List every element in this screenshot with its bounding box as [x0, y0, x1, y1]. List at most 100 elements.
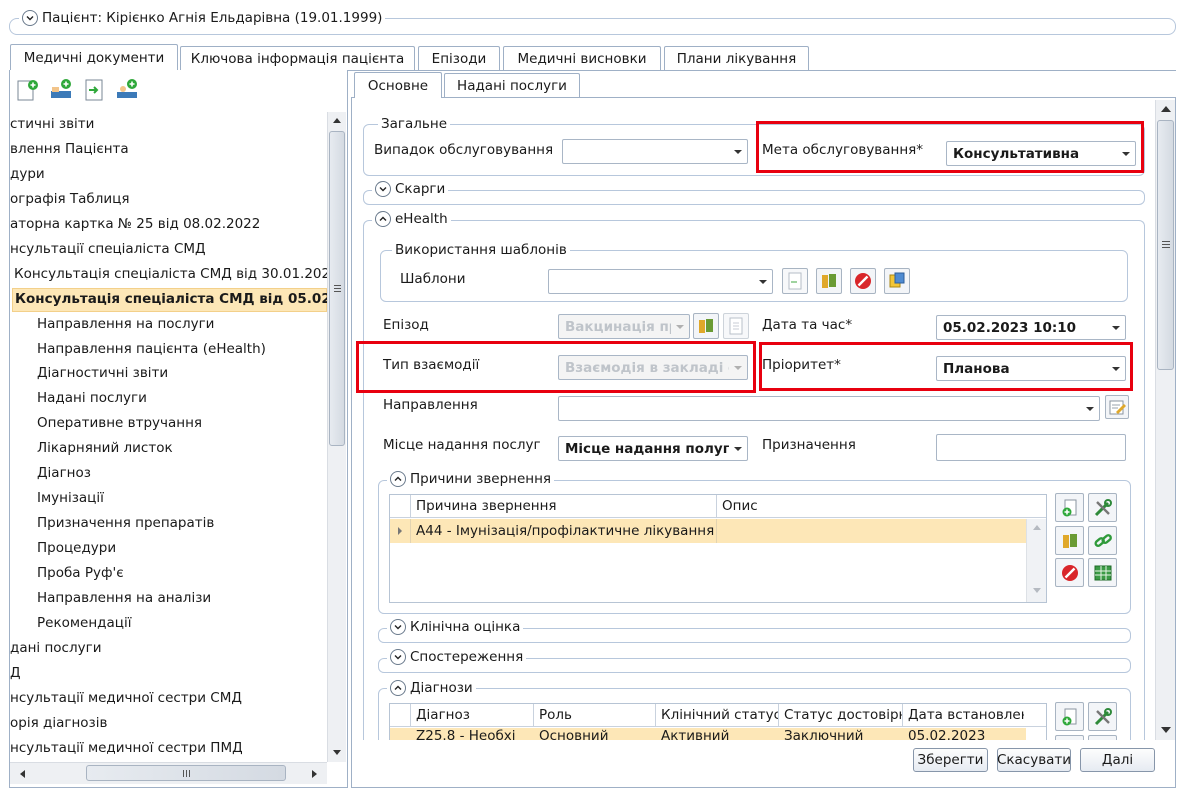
- place-combobox[interactable]: Місце надання полуг: [558, 436, 748, 461]
- column-header[interactable]: Причина звернення: [411, 495, 717, 517]
- tree-vertical-scrollbar[interactable]: [327, 112, 346, 762]
- tree-item[interactable]: Д: [10, 665, 21, 681]
- tree-item[interactable]: Процедури: [37, 540, 116, 556]
- add-bed-icon[interactable]: [49, 78, 73, 102]
- chevron-down-icon[interactable]: [22, 10, 38, 26]
- column-header[interactable]: Дата встановлен: [903, 704, 1024, 726]
- delete-template-button[interactable]: [850, 268, 876, 294]
- tab-medical-conclusions[interactable]: Медичні висновки: [503, 46, 661, 70]
- patient-header[interactable]: Пацієнт: Кірієнко Агнія Ельдарівна (19.0…: [19, 10, 386, 26]
- scroll-down-icon[interactable]: [333, 750, 341, 755]
- chevron-down-icon[interactable]: [375, 181, 391, 197]
- column-header[interactable]: Опис: [717, 495, 1025, 517]
- tools-button[interactable]: [1088, 493, 1117, 522]
- scroll-up-icon[interactable]: [1033, 525, 1041, 530]
- column-header[interactable]: Клінічний статус: [656, 704, 779, 726]
- tree-item[interactable]: Рекомендації: [37, 615, 131, 631]
- edit-referral-button[interactable]: [1105, 395, 1129, 419]
- tab-main[interactable]: Основне: [354, 72, 442, 98]
- save-button[interactable]: Зберегти: [913, 748, 988, 772]
- save-template-button[interactable]: [884, 268, 910, 294]
- table-row[interactable]: A44 - Імунізація/профілактичне лікування: [390, 519, 1026, 543]
- cancel-button[interactable]: Скасувати: [997, 748, 1071, 772]
- new-document-icon[interactable]: [15, 78, 39, 102]
- chevron-down-icon[interactable]: [1081, 397, 1099, 420]
- document-arrow-icon[interactable]: [82, 78, 106, 102]
- chevron-down-icon[interactable]: [390, 619, 406, 635]
- tree-item[interactable]: стичні звіти: [10, 116, 94, 132]
- episode-combobox[interactable]: Вакцинація пр: [558, 314, 690, 339]
- scroll-left-icon[interactable]: [20, 770, 25, 778]
- tree-item[interactable]: Направлення на аналізи: [37, 590, 211, 606]
- clinical-header[interactable]: Клінічна оцінка: [387, 619, 524, 635]
- tree-item[interactable]: Імунізації: [37, 490, 104, 506]
- tree-item[interactable]: Оперативне втручання: [37, 415, 202, 431]
- link-button[interactable]: [1088, 526, 1117, 555]
- tab-episodes[interactable]: Епізоди: [418, 46, 500, 70]
- tree-item[interactable]: Призначення препаратів: [37, 515, 214, 531]
- tree-item[interactable]: нсультації медичної сестри ПМД: [10, 740, 243, 756]
- tree-item[interactable]: влення Пацієнта: [10, 141, 129, 157]
- tree-item[interactable]: дури: [10, 166, 45, 182]
- tree-item[interactable]: нсультації медичної сестри СМД: [10, 690, 242, 706]
- reason-cell[interactable]: A44 - Імунізація/профілактичне лікування: [411, 519, 717, 543]
- chevron-down-icon[interactable]: [390, 649, 406, 665]
- tree-item[interactable]: Діагноз: [37, 465, 91, 481]
- scroll-thumb[interactable]: [1157, 120, 1174, 370]
- verification-cell[interactable]: Заключний: [779, 728, 903, 740]
- tree-item[interactable]: Надані послуги: [37, 390, 147, 406]
- clinical-status-cell[interactable]: Активний: [656, 728, 779, 740]
- templates-combobox[interactable]: [548, 269, 773, 294]
- diagnosis-cell[interactable]: Z25.8 - Необхі: [411, 728, 534, 740]
- tree-item-selected[interactable]: Консультація спеціаліста СМД від 05.02.2…: [12, 288, 327, 312]
- tab-key-info[interactable]: Ключова інформація пацієнта: [180, 46, 415, 70]
- reasons-header[interactable]: Причини звернення: [387, 471, 555, 487]
- case-combobox[interactable]: [562, 139, 748, 164]
- add-patient-icon[interactable]: [115, 78, 139, 102]
- chevron-up-icon[interactable]: [375, 211, 391, 227]
- description-cell[interactable]: [717, 519, 1026, 543]
- tree-item[interactable]: Діагностичні звіти: [37, 365, 168, 381]
- scroll-down-icon[interactable]: [1161, 727, 1171, 733]
- chevron-up-icon[interactable]: [390, 680, 406, 696]
- observations-header[interactable]: Спостереження: [387, 649, 527, 665]
- episode-document-button[interactable]: [723, 313, 749, 339]
- open-reason-button[interactable]: [1055, 526, 1084, 555]
- tree-item[interactable]: Направлення пацієнта (eHealth): [37, 341, 266, 357]
- ehealth-header[interactable]: eHealth: [372, 211, 451, 227]
- scroll-up-icon[interactable]: [1161, 106, 1171, 112]
- chevron-down-icon[interactable]: [671, 315, 689, 338]
- scroll-right-icon[interactable]: [312, 770, 317, 778]
- apply-template-button[interactable]: [782, 268, 808, 294]
- chevron-down-icon[interactable]: [754, 270, 772, 293]
- scroll-thumb[interactable]: [86, 765, 286, 781]
- tab-medical-documents[interactable]: Медичні документи: [10, 44, 178, 70]
- assignment-input[interactable]: [936, 434, 1126, 461]
- tree-horizontal-scrollbar[interactable]: [10, 762, 327, 784]
- add-diagnosis-button[interactable]: [1055, 702, 1084, 731]
- chevron-down-icon[interactable]: [1107, 316, 1125, 339]
- open-episode-button[interactable]: [693, 313, 719, 339]
- datetime-picker[interactable]: 05.02.2023 10:10: [936, 315, 1126, 340]
- tree-item[interactable]: ографія Таблиця: [10, 191, 129, 207]
- next-button[interactable]: Далі: [1080, 748, 1155, 772]
- tree-item[interactable]: нсультації спеціаліста СМД: [10, 241, 206, 257]
- referral-combobox[interactable]: [558, 396, 1100, 421]
- add-reason-button[interactable]: [1055, 493, 1084, 522]
- tools-button[interactable]: [1088, 702, 1117, 731]
- tab-treatment-plans[interactable]: Плани лікування: [664, 46, 809, 70]
- date-cell[interactable]: 05.02.2023: [903, 728, 1024, 740]
- grid-vertical-scrollbar[interactable]: [1026, 519, 1046, 602]
- chevron-up-icon[interactable]: [390, 471, 406, 487]
- chevron-down-icon[interactable]: [729, 437, 747, 460]
- tree-item[interactable]: Консультація спеціаліста СМД від 30.01.2…: [14, 266, 327, 282]
- scroll-up-icon[interactable]: [333, 118, 341, 123]
- column-header[interactable]: Діагноз: [411, 704, 534, 726]
- tree-item[interactable]: аторна картка № 25 від 08.02.2022: [10, 216, 260, 232]
- chevron-down-icon[interactable]: [729, 140, 747, 163]
- tree-item[interactable]: орія діагнозів: [10, 715, 107, 731]
- diagnoses-header[interactable]: Діагнози: [387, 680, 476, 696]
- complaints-header[interactable]: Скарги: [372, 181, 449, 197]
- scroll-thumb[interactable]: [329, 131, 345, 446]
- table-button[interactable]: [1088, 558, 1117, 587]
